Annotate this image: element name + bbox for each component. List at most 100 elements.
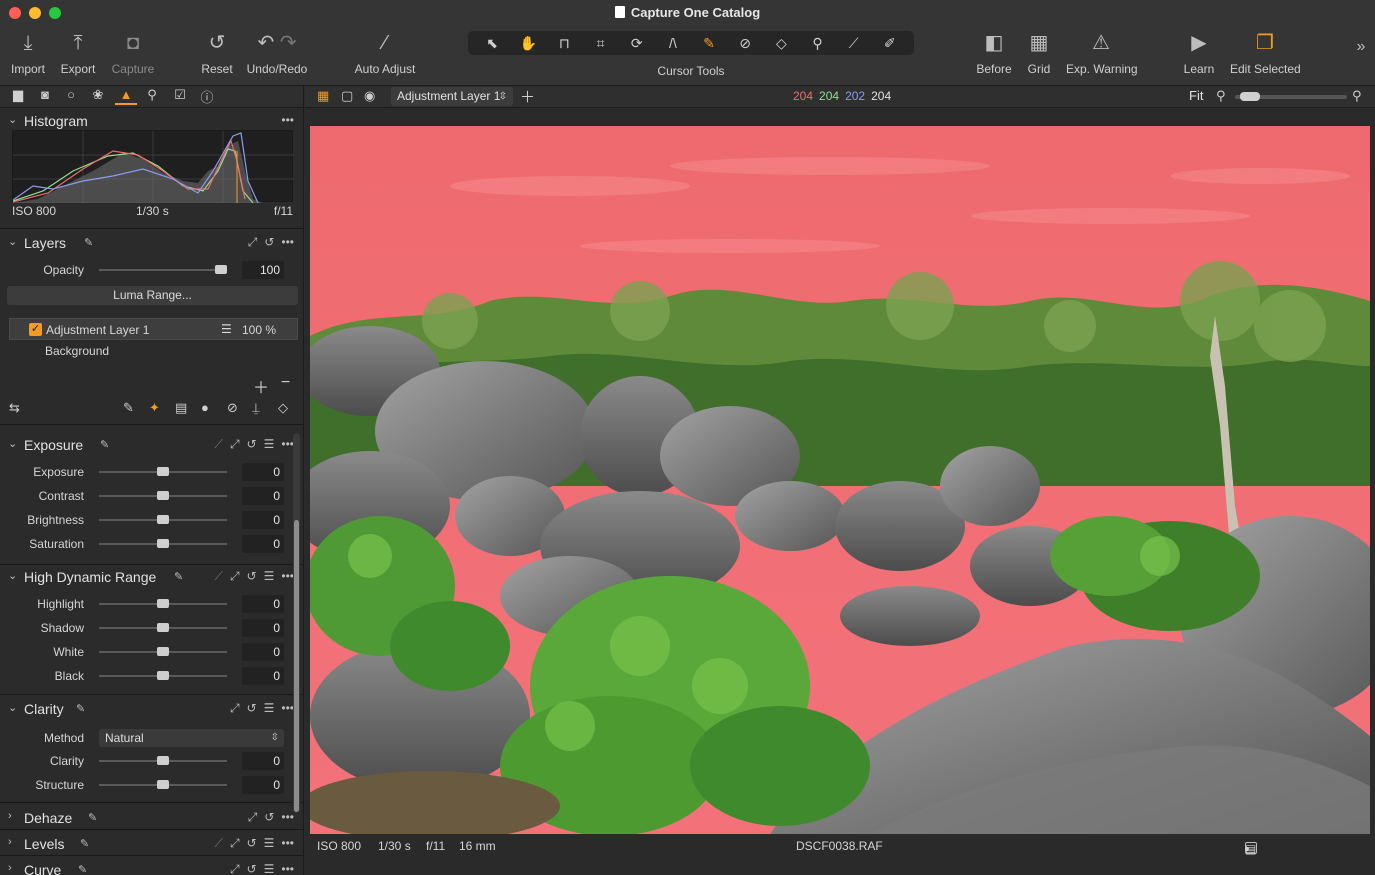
- slider-value[interactable]: 0: [242, 535, 284, 553]
- edit-pencil-icon[interactable]: ✎: [100, 438, 109, 451]
- slider-value[interactable]: 0: [242, 667, 284, 685]
- image-viewer[interactable]: [305, 108, 1375, 835]
- slider-knob[interactable]: [157, 491, 169, 500]
- eraser-icon[interactable]: ◇: [278, 400, 288, 416]
- pick-icon[interactable]: ⟋: [215, 437, 223, 452]
- annotate-pen-icon[interactable]: ✐: [875, 35, 905, 52]
- more-options-icon[interactable]: •••: [281, 113, 294, 127]
- pick-icon[interactable]: ⟋: [215, 836, 223, 851]
- slider-value[interactable]: 0: [242, 487, 284, 505]
- expand-icon[interactable]: ⤢: [230, 437, 240, 452]
- grid-view-icon[interactable]: ▦: [317, 88, 329, 104]
- more-options-icon[interactable]: •••: [281, 235, 294, 250]
- pan-hand-icon[interactable]: ✋: [513, 35, 543, 52]
- learn-button[interactable]: ▶ Learn: [1182, 30, 1216, 76]
- presets-menu-icon[interactable]: ☰: [264, 701, 275, 716]
- exposure-header[interactable]: ⌄ Exposure ✎ ⟋ ⤢ ↺ ☰ •••: [0, 434, 303, 456]
- slider-value[interactable]: 0: [242, 463, 284, 481]
- zoom-in-icon[interactable]: ⚲: [1352, 88, 1362, 104]
- import-button[interactable]: ⤓ Import: [8, 30, 48, 76]
- expand-icon[interactable]: ⤢: [230, 862, 240, 875]
- color-tab-icon[interactable]: ❀: [89, 87, 107, 103]
- slider-knob[interactable]: [157, 671, 169, 680]
- capture-button[interactable]: ◘ Capture: [110, 30, 156, 76]
- reset-tool-icon[interactable]: ↺: [247, 836, 257, 851]
- shadow-slider[interactable]: [99, 623, 227, 632]
- presets-menu-icon[interactable]: ☰: [264, 836, 275, 851]
- heal-icon[interactable]: ⊘: [227, 400, 238, 416]
- before-button[interactable]: ◧ Before: [974, 30, 1014, 76]
- undo-redo-button[interactable]: ↶ ↷ Undo/Redo: [246, 30, 308, 76]
- exposure-tab-icon[interactable]: ▲: [115, 87, 137, 105]
- photo-preview[interactable]: [310, 126, 1370, 834]
- edit-pencil-icon[interactable]: ✎: [174, 570, 183, 583]
- details-tab-search-icon[interactable]: ⚲: [143, 87, 161, 103]
- layer-item-adjustment[interactable]: ✓ Adjustment Layer 1 ☰ 100 %: [9, 318, 298, 340]
- crop-icon[interactable]: ⌗: [586, 35, 616, 52]
- hdr-header[interactable]: ⌄ High Dynamic Range ✎ ⟋ ⤢ ↺ ☰ •••: [0, 566, 303, 588]
- opacity-value[interactable]: 100: [242, 261, 284, 279]
- saturation-slider[interactable]: [99, 539, 227, 548]
- luma-range-button[interactable]: Luma Range...: [7, 286, 298, 305]
- slider-value[interactable]: 0: [242, 595, 284, 613]
- clarity-header[interactable]: ⌄ Clarity ✎ ⤢ ↺ ☰ •••: [0, 698, 303, 720]
- loupe-icon[interactable]: ⊓: [549, 35, 579, 52]
- grid-button[interactable]: ▦ Grid: [1024, 30, 1054, 76]
- edit-pencil-icon[interactable]: ✎: [84, 236, 93, 249]
- keystone-icon[interactable]: /\: [658, 35, 688, 51]
- slider-knob[interactable]: [157, 756, 169, 765]
- slider-value[interactable]: 0: [242, 619, 284, 637]
- white-slider[interactable]: [99, 647, 227, 656]
- slider-value[interactable]: 0: [242, 511, 284, 529]
- reset-tool-icon[interactable]: ↺: [247, 437, 257, 452]
- brightness-slider[interactable]: [99, 515, 227, 524]
- eye-view-icon[interactable]: ◉: [364, 88, 375, 104]
- slider-knob[interactable]: [157, 515, 169, 524]
- edit-pencil-icon[interactable]: ✎: [80, 837, 89, 850]
- layers-header[interactable]: ⌄ Layers ✎ ⤢ ↺ •••: [0, 232, 303, 254]
- zoom-slider-knob[interactable]: [1240, 92, 1260, 101]
- white-balance-picker-icon[interactable]: ⟋: [839, 35, 869, 52]
- expand-icon[interactable]: ⤢: [248, 235, 258, 250]
- expand-icon[interactable]: ⤢: [230, 701, 240, 716]
- slider-value[interactable]: 0: [242, 776, 284, 794]
- eraser-icon[interactable]: ◇: [766, 35, 796, 52]
- tools-scrollbar-thumb[interactable]: [294, 520, 299, 812]
- more-options-icon[interactable]: •••: [281, 810, 294, 825]
- reset-tool-icon[interactable]: ↺: [247, 701, 257, 716]
- zoom-out-icon[interactable]: ⚲: [1216, 88, 1226, 104]
- presets-menu-icon[interactable]: ☰: [264, 437, 275, 452]
- export-button[interactable]: ⤒ Export: [58, 30, 98, 76]
- reset-tool-icon[interactable]: ↺: [264, 810, 274, 825]
- contrast-slider[interactable]: [99, 491, 227, 500]
- reset-tool-icon[interactable]: ↺: [264, 235, 274, 250]
- slider-knob[interactable]: [157, 647, 169, 656]
- highlight-slider[interactable]: [99, 599, 227, 608]
- swap-icon[interactable]: ⇆: [9, 400, 20, 416]
- reset-tool-icon[interactable]: ↺: [247, 862, 257, 875]
- exposure-slider[interactable]: [99, 467, 227, 476]
- add-layer-plus-icon[interactable]: ＋: [253, 374, 269, 398]
- expand-icon[interactable]: ⤢: [230, 836, 240, 851]
- rotate-icon[interactable]: ⟳: [622, 35, 652, 52]
- remove-layer-minus-icon[interactable]: −: [281, 374, 290, 392]
- filmstrip-icon[interactable]: ▤: [1245, 842, 1256, 856]
- brush-icon[interactable]: ✎: [123, 400, 134, 416]
- exp-warning-button[interactable]: ⚠ Exp. Warning: [1066, 30, 1138, 76]
- heal-brush-icon[interactable]: ⊘: [730, 35, 760, 52]
- reset-tool-icon[interactable]: ↺: [247, 569, 257, 584]
- select-cursor-icon[interactable]: ⬉: [477, 35, 507, 52]
- dehaze-header[interactable]: › Dehaze ✎ ⤢ ↺ •••: [0, 807, 303, 829]
- slider-knob[interactable]: [157, 780, 169, 789]
- capture-tab-camera-icon[interactable]: ◙: [36, 87, 54, 102]
- opacity-slider-knob[interactable]: [215, 265, 227, 274]
- black-slider[interactable]: [99, 671, 227, 680]
- slider-value[interactable]: 0: [242, 752, 284, 770]
- layer-visible-checkbox[interactable]: ✓: [29, 323, 42, 336]
- pick-icon[interactable]: ⟋: [215, 569, 223, 584]
- slider-knob[interactable]: [157, 539, 169, 548]
- presets-menu-icon[interactable]: ☰: [264, 862, 275, 875]
- levels-header[interactable]: › Levels ✎ ⟋ ⤢ ↺ ☰ •••: [0, 833, 303, 855]
- fit-button[interactable]: Fit: [1189, 88, 1203, 103]
- edit-pencil-icon[interactable]: ✎: [76, 702, 85, 715]
